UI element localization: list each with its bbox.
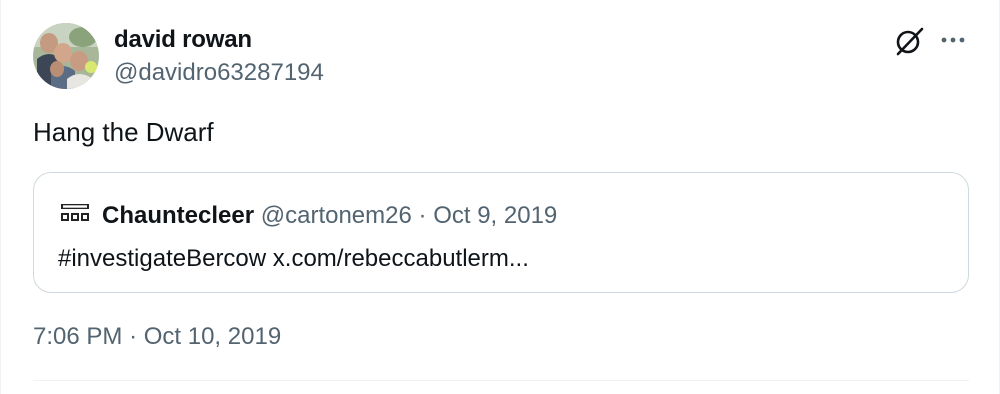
timestamp-date: Oct 10, 2019 bbox=[143, 323, 282, 350]
timestamp-separator: · bbox=[129, 323, 138, 350]
tweet-text: Hang the Dwarf bbox=[33, 117, 214, 147]
divider bbox=[33, 380, 969, 381]
quoted-author-name[interactable]: Chauntecleer bbox=[102, 202, 254, 229]
quoted-date[interactable]: Oct 9, 2019 bbox=[433, 202, 557, 229]
tweet: david rowan @davidro63287194 Hang the Dw… bbox=[0, 0, 1000, 394]
author-handle[interactable]: @davidro63287194 bbox=[114, 59, 324, 87]
grok-icon[interactable] bbox=[893, 24, 927, 58]
quoted-tweet-text: #investigateBercow x.com/rebeccabutlerm.… bbox=[58, 245, 529, 272]
defund-the-bbc-logo-icon bbox=[58, 202, 92, 228]
quoted-tweet-header: Chauntecleer @cartonem26 · Oct 9, 2019 bbox=[102, 202, 557, 230]
quoted-author-handle[interactable]: @cartonem26 bbox=[261, 202, 412, 229]
profile-photo-icon bbox=[33, 23, 99, 89]
tweet-timestamp[interactable]: 7:06 PM · Oct 10, 2019 bbox=[33, 323, 281, 351]
quoted-tweet-card[interactable]: Chauntecleer @cartonem26 · Oct 9, 2019 #… bbox=[33, 172, 969, 293]
timestamp-time: 7:06 PM bbox=[33, 323, 123, 350]
author-avatar[interactable] bbox=[33, 23, 99, 89]
more-icon[interactable] bbox=[940, 30, 966, 50]
author-name[interactable]: david rowan bbox=[114, 26, 252, 54]
quoted-separator: · bbox=[418, 202, 427, 229]
